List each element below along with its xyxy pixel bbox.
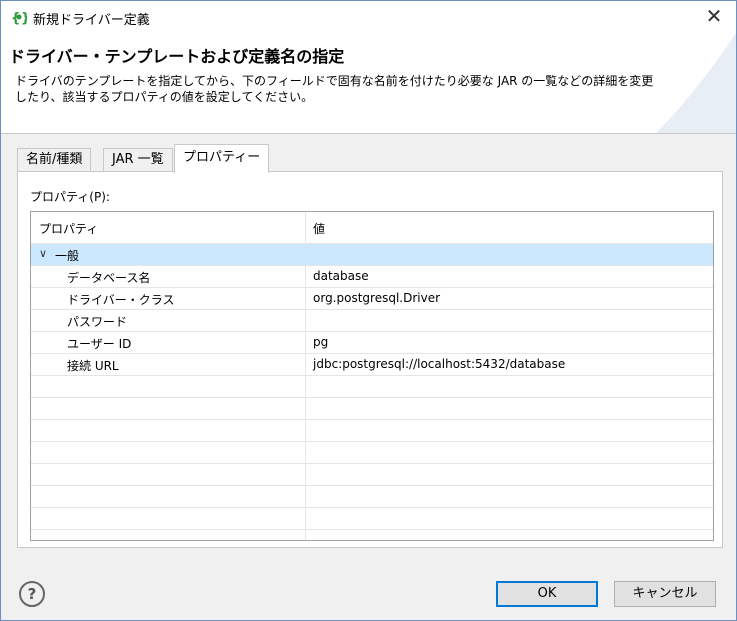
property-name: 接続 URL bbox=[67, 359, 119, 373]
property-value[interactable]: org.postgresql.Driver bbox=[313, 291, 440, 305]
property-name: ユーザー ID bbox=[67, 337, 132, 351]
table-header: プロパティ 値 bbox=[31, 212, 713, 244]
group-row-general[interactable]: ∨ 一般 bbox=[31, 244, 713, 266]
chevron-down-icon[interactable]: ∨ bbox=[39, 247, 47, 260]
page-description: ドライバのテンプレートを指定してから、下のフィールドで固有な名前を付けたり必要な… bbox=[15, 74, 654, 104]
column-divider-right bbox=[713, 212, 714, 540]
window-title: 新規ドライバー定義 bbox=[33, 13, 150, 28]
empty-row bbox=[31, 376, 713, 398]
table-row[interactable]: パスワード bbox=[31, 310, 713, 332]
property-name: ドライバー・クラス bbox=[67, 293, 175, 307]
properties-table[interactable]: プロパティ 値 ∨ 一般 データベース名 database ドライバー・クラス … bbox=[30, 211, 714, 541]
wizard-header: ドライバー・テンプレートおよび定義名の指定 ドライバのテンプレートを指定してから… bbox=[1, 33, 736, 133]
ok-button[interactable]: OK bbox=[496, 581, 598, 607]
column-header-property[interactable]: プロパティ bbox=[39, 220, 98, 237]
property-value[interactable]: database bbox=[313, 269, 369, 283]
svg-text:}: } bbox=[21, 11, 27, 25]
properties-label: プロパティ(P): bbox=[30, 190, 110, 204]
properties-panel: プロパティ(P): プロパティ 値 ∨ 一般 データベース名 database … bbox=[17, 171, 723, 548]
table-row[interactable]: 接続 URL jdbc:postgresql://localhost:5432/… bbox=[31, 354, 713, 376]
empty-row bbox=[31, 398, 713, 420]
property-name: データベース名 bbox=[67, 271, 151, 285]
header-divider bbox=[1, 133, 736, 134]
group-label: 一般 bbox=[55, 249, 80, 263]
table-row[interactable]: ユーザー ID pg bbox=[31, 332, 713, 354]
column-header-value[interactable]: 値 bbox=[313, 220, 325, 237]
tab-jar-list[interactable]: JAR 一覧 bbox=[103, 148, 173, 172]
table-row[interactable]: データベース名 database bbox=[31, 266, 713, 288]
help-icon[interactable]: ? bbox=[19, 581, 45, 607]
dialog-window: { } 新規ドライバー定義 ✕ ドライバー・テンプレートおよび定義名の指定 ドラ… bbox=[0, 0, 737, 621]
close-button[interactable]: ✕ bbox=[692, 1, 736, 33]
property-value[interactable]: pg bbox=[313, 335, 328, 349]
empty-row bbox=[31, 508, 713, 530]
empty-row bbox=[31, 464, 713, 486]
driver-definition-icon: { } bbox=[11, 11, 27, 25]
empty-row bbox=[31, 442, 713, 464]
tab-name-type[interactable]: 名前/種類 bbox=[17, 148, 92, 172]
property-name: パスワード bbox=[67, 315, 128, 329]
title-bar: { } 新規ドライバー定義 ✕ bbox=[1, 1, 736, 33]
cancel-button[interactable]: キャンセル bbox=[614, 581, 716, 607]
page-title: ドライバー・テンプレートおよび定義名の指定 bbox=[9, 47, 345, 66]
tab-properties[interactable]: プロパティー bbox=[174, 144, 270, 173]
table-row[interactable]: ドライバー・クラス org.postgresql.Driver bbox=[31, 288, 713, 310]
property-value[interactable]: jdbc:postgresql://localhost:5432/databas… bbox=[313, 357, 565, 371]
empty-row bbox=[31, 486, 713, 508]
empty-row bbox=[31, 420, 713, 442]
